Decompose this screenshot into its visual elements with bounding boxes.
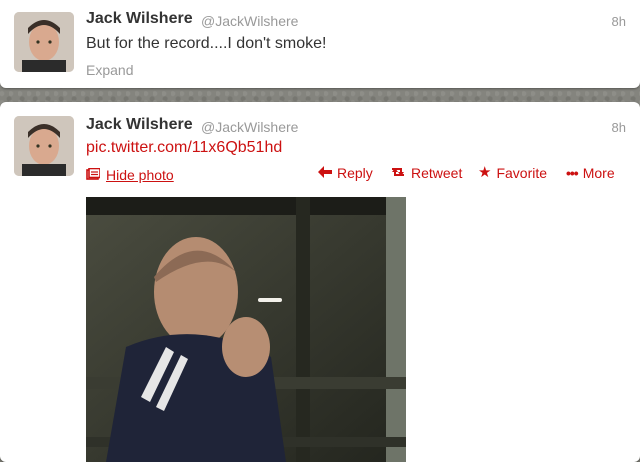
reply-arrow-icon	[318, 165, 332, 181]
more-label: More	[582, 165, 615, 181]
expand-link[interactable]: Expand	[86, 62, 133, 78]
avatar[interactable]	[14, 116, 74, 176]
retweet-button[interactable]: Retweet	[390, 165, 462, 181]
reply-label: Reply	[337, 165, 373, 181]
star-icon: ★	[478, 164, 492, 181]
tweet-card-1[interactable]: Jack Wilshere @JackWilshere 8h But for t…	[0, 0, 640, 88]
author-handle[interactable]: @JackWilshere	[201, 13, 298, 29]
ellipsis-icon: •••	[566, 165, 579, 181]
tweet-time[interactable]: 8h	[612, 14, 626, 29]
hide-photo-label: Hide photo	[106, 167, 174, 183]
favorite-label: Favorite	[496, 165, 548, 181]
author-handle[interactable]: @JackWilshere	[201, 119, 298, 135]
retweet-icon	[390, 165, 406, 181]
retweet-label: Retweet	[411, 165, 463, 181]
tweet-card-2[interactable]: Jack Wilshere @JackWilshere 8h pic.twitt…	[0, 102, 640, 462]
photo-icon	[86, 167, 101, 183]
photo-link[interactable]: pic.twitter.com/11x6Qb51hd	[86, 139, 282, 157]
tweet-photo[interactable]	[86, 197, 406, 462]
avatar[interactable]	[14, 12, 74, 72]
tweet-time[interactable]: 8h	[612, 120, 626, 135]
author-name[interactable]: Jack Wilshere	[86, 10, 193, 28]
hide-photo-button[interactable]: Hide photo	[86, 167, 174, 183]
author-name[interactable]: Jack Wilshere	[86, 116, 193, 134]
reply-button[interactable]: Reply	[318, 165, 373, 181]
tweet-text: But for the record....I don't smoke!	[86, 35, 327, 52]
more-button[interactable]: ••• More	[566, 165, 615, 181]
favorite-button[interactable]: ★ Favorite	[478, 165, 547, 181]
